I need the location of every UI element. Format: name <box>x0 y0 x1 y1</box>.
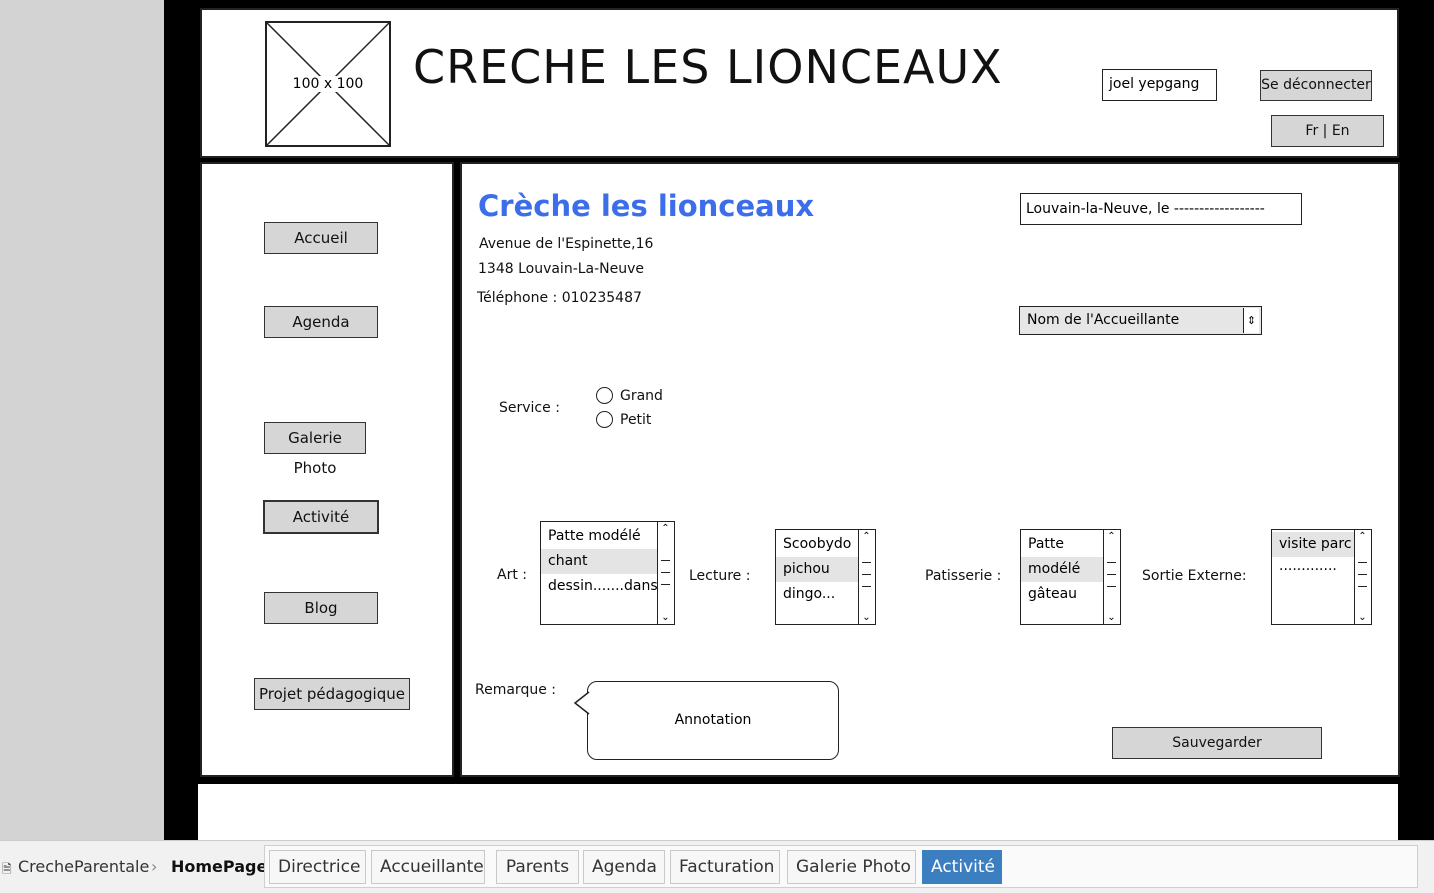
logout-button[interactable]: Se déconnecter <box>1260 70 1372 101</box>
main-content: Crèche les lionceaux Avenue de l'Espinet… <box>460 162 1400 777</box>
sidebar-item-activite[interactable]: Activité <box>263 500 379 534</box>
scrollbar[interactable]: ⌃ ⌄ <box>1354 530 1371 624</box>
footer-strip <box>198 784 1398 840</box>
chevron-down-icon[interactable]: ⌄ <box>859 612 874 623</box>
scrollbar[interactable]: ⌃ ⌄ <box>858 530 875 624</box>
chevron-right-icon: › <box>151 857 158 876</box>
chevron-up-icon[interactable]: ⌃ <box>1104 531 1119 542</box>
chevron-up-icon[interactable]: ⌃ <box>658 523 673 534</box>
tab-parents[interactable]: Parents <box>496 850 579 884</box>
chevron-down-icon[interactable]: ⌄ <box>1355 612 1370 623</box>
scroll-grip <box>1358 574 1367 576</box>
scroll-grip <box>1358 562 1367 564</box>
sidebar-item-blog[interactable]: Blog <box>264 592 378 624</box>
scrollbar[interactable]: ⌃ ⌄ <box>657 522 674 624</box>
caregiver-select-value: Nom de l'Accueillante <box>1027 312 1180 328</box>
address-line-2: 1348 Louvain-La-Neuve <box>478 261 645 277</box>
scrollbar[interactable]: ⌃ ⌄ <box>1103 530 1120 624</box>
select-arrows-icon[interactable]: ⇕ <box>1243 308 1259 333</box>
sidebar: Accueil Agenda Galerie Photo Activité Bl… <box>200 162 454 777</box>
scroll-grip <box>862 586 871 588</box>
service-label: Service : <box>499 400 560 416</box>
scroll-grip <box>661 584 670 586</box>
tab-facturation[interactable]: Facturation <box>670 850 780 884</box>
breadcrumb-page[interactable]: HomePage <box>171 857 267 876</box>
logo-size-label: 100 x 100 <box>290 76 366 92</box>
scroll-grip <box>862 562 871 564</box>
scroll-grip <box>1107 586 1116 588</box>
tab-activite[interactable]: Activité <box>922 850 1002 884</box>
radio-petit[interactable] <box>596 411 613 428</box>
sidebar-item-projet-pedagogique[interactable]: Projet pédagogique <box>254 678 410 710</box>
scroll-grip <box>1358 586 1367 588</box>
save-button[interactable]: Sauvegarder <box>1112 727 1322 759</box>
page-tab-bar: 🗎 CrecheParentale › HomePage Directrice … <box>0 840 1434 893</box>
page-icon: 🗎 <box>2 862 12 876</box>
phone-number: Téléphone : 010235487 <box>477 290 642 306</box>
chevron-down-icon[interactable]: ⌄ <box>1104 612 1119 623</box>
site-title: CRECHE LES LIONCEAUX <box>413 40 1003 94</box>
list-item[interactable]: Patte modélé <box>541 524 674 549</box>
scroll-grip <box>1107 562 1116 564</box>
patisserie-listbox[interactable]: Patte modélé gâteau ⌃ ⌄ <box>1020 529 1121 625</box>
tab-accueillante[interactable]: Accueillante <box>371 850 485 884</box>
sidebar-item-accueil[interactable]: Accueil <box>264 222 378 254</box>
radio-petit-label: Petit <box>620 412 652 428</box>
user-name-field[interactable]: joel yepgang <box>1102 69 1217 101</box>
sortie-externe-listbox[interactable]: visite parc ............. ⌃ ⌄ <box>1271 529 1372 625</box>
list-item[interactable]: visite parc <box>1272 532 1354 557</box>
tabs-container: Directrice Accueillante Parents Agenda F… <box>264 845 1418 888</box>
date-field[interactable]: Louvain-la-Neuve, le ------------------ <box>1020 193 1302 225</box>
breadcrumb-project[interactable]: CrecheParentale <box>18 857 149 876</box>
chevron-up-icon[interactable]: ⌃ <box>859 531 874 542</box>
list-item[interactable]: dessin.......danse <box>541 574 657 599</box>
list-item[interactable]: chant <box>541 549 657 574</box>
chevron-down-icon[interactable]: ⌄ <box>658 612 673 623</box>
left-gutter <box>0 0 164 840</box>
address-line-1: Avenue de l'Espinette,16 <box>479 236 654 252</box>
organization-name: Crèche les lionceaux <box>478 189 815 223</box>
lecture-listbox[interactable]: Scoobydo pichou dingo... ⌃ ⌄ <box>775 529 876 625</box>
remarque-label: Remarque : <box>475 682 556 698</box>
scroll-grip <box>862 574 871 576</box>
sidebar-item-galerie-photo[interactable]: Galerie Photo <box>264 422 366 477</box>
tab-agenda[interactable]: Agenda <box>583 850 665 884</box>
patisserie-label: Patisserie : <box>925 568 1002 584</box>
art-listbox[interactable]: Patte modélé chant dessin.......danse ⌃ … <box>540 521 675 625</box>
logo-placeholder: 100 x 100 <box>265 21 391 147</box>
tab-galerie-photo[interactable]: Galerie Photo <box>787 850 916 884</box>
caregiver-select[interactable]: Nom de l'Accueillante ⇕ <box>1019 306 1262 335</box>
chevron-up-icon[interactable]: ⌃ <box>1355 531 1370 542</box>
scroll-grip <box>661 572 670 574</box>
list-item[interactable]: modélé <box>1021 557 1103 582</box>
radio-grand[interactable] <box>596 387 613 404</box>
header-panel: 100 x 100 CRECHE LES LIONCEAUX joel yepg… <box>200 8 1399 158</box>
language-switch-button[interactable]: Fr | En <box>1271 115 1384 147</box>
sidebar-item-agenda[interactable]: Agenda <box>264 306 378 338</box>
lecture-label: Lecture : <box>689 568 751 584</box>
scroll-grip <box>1107 574 1116 576</box>
list-item[interactable]: pichou <box>776 557 858 582</box>
art-label: Art : <box>497 567 527 583</box>
sortie-externe-label: Sortie Externe: <box>1142 568 1247 584</box>
radio-grand-label: Grand <box>620 388 663 404</box>
annotation-textarea[interactable]: Annotation <box>587 681 839 760</box>
callout-tail-icon <box>573 691 591 715</box>
tab-directrice[interactable]: Directrice <box>269 850 366 884</box>
scroll-grip <box>661 560 670 562</box>
